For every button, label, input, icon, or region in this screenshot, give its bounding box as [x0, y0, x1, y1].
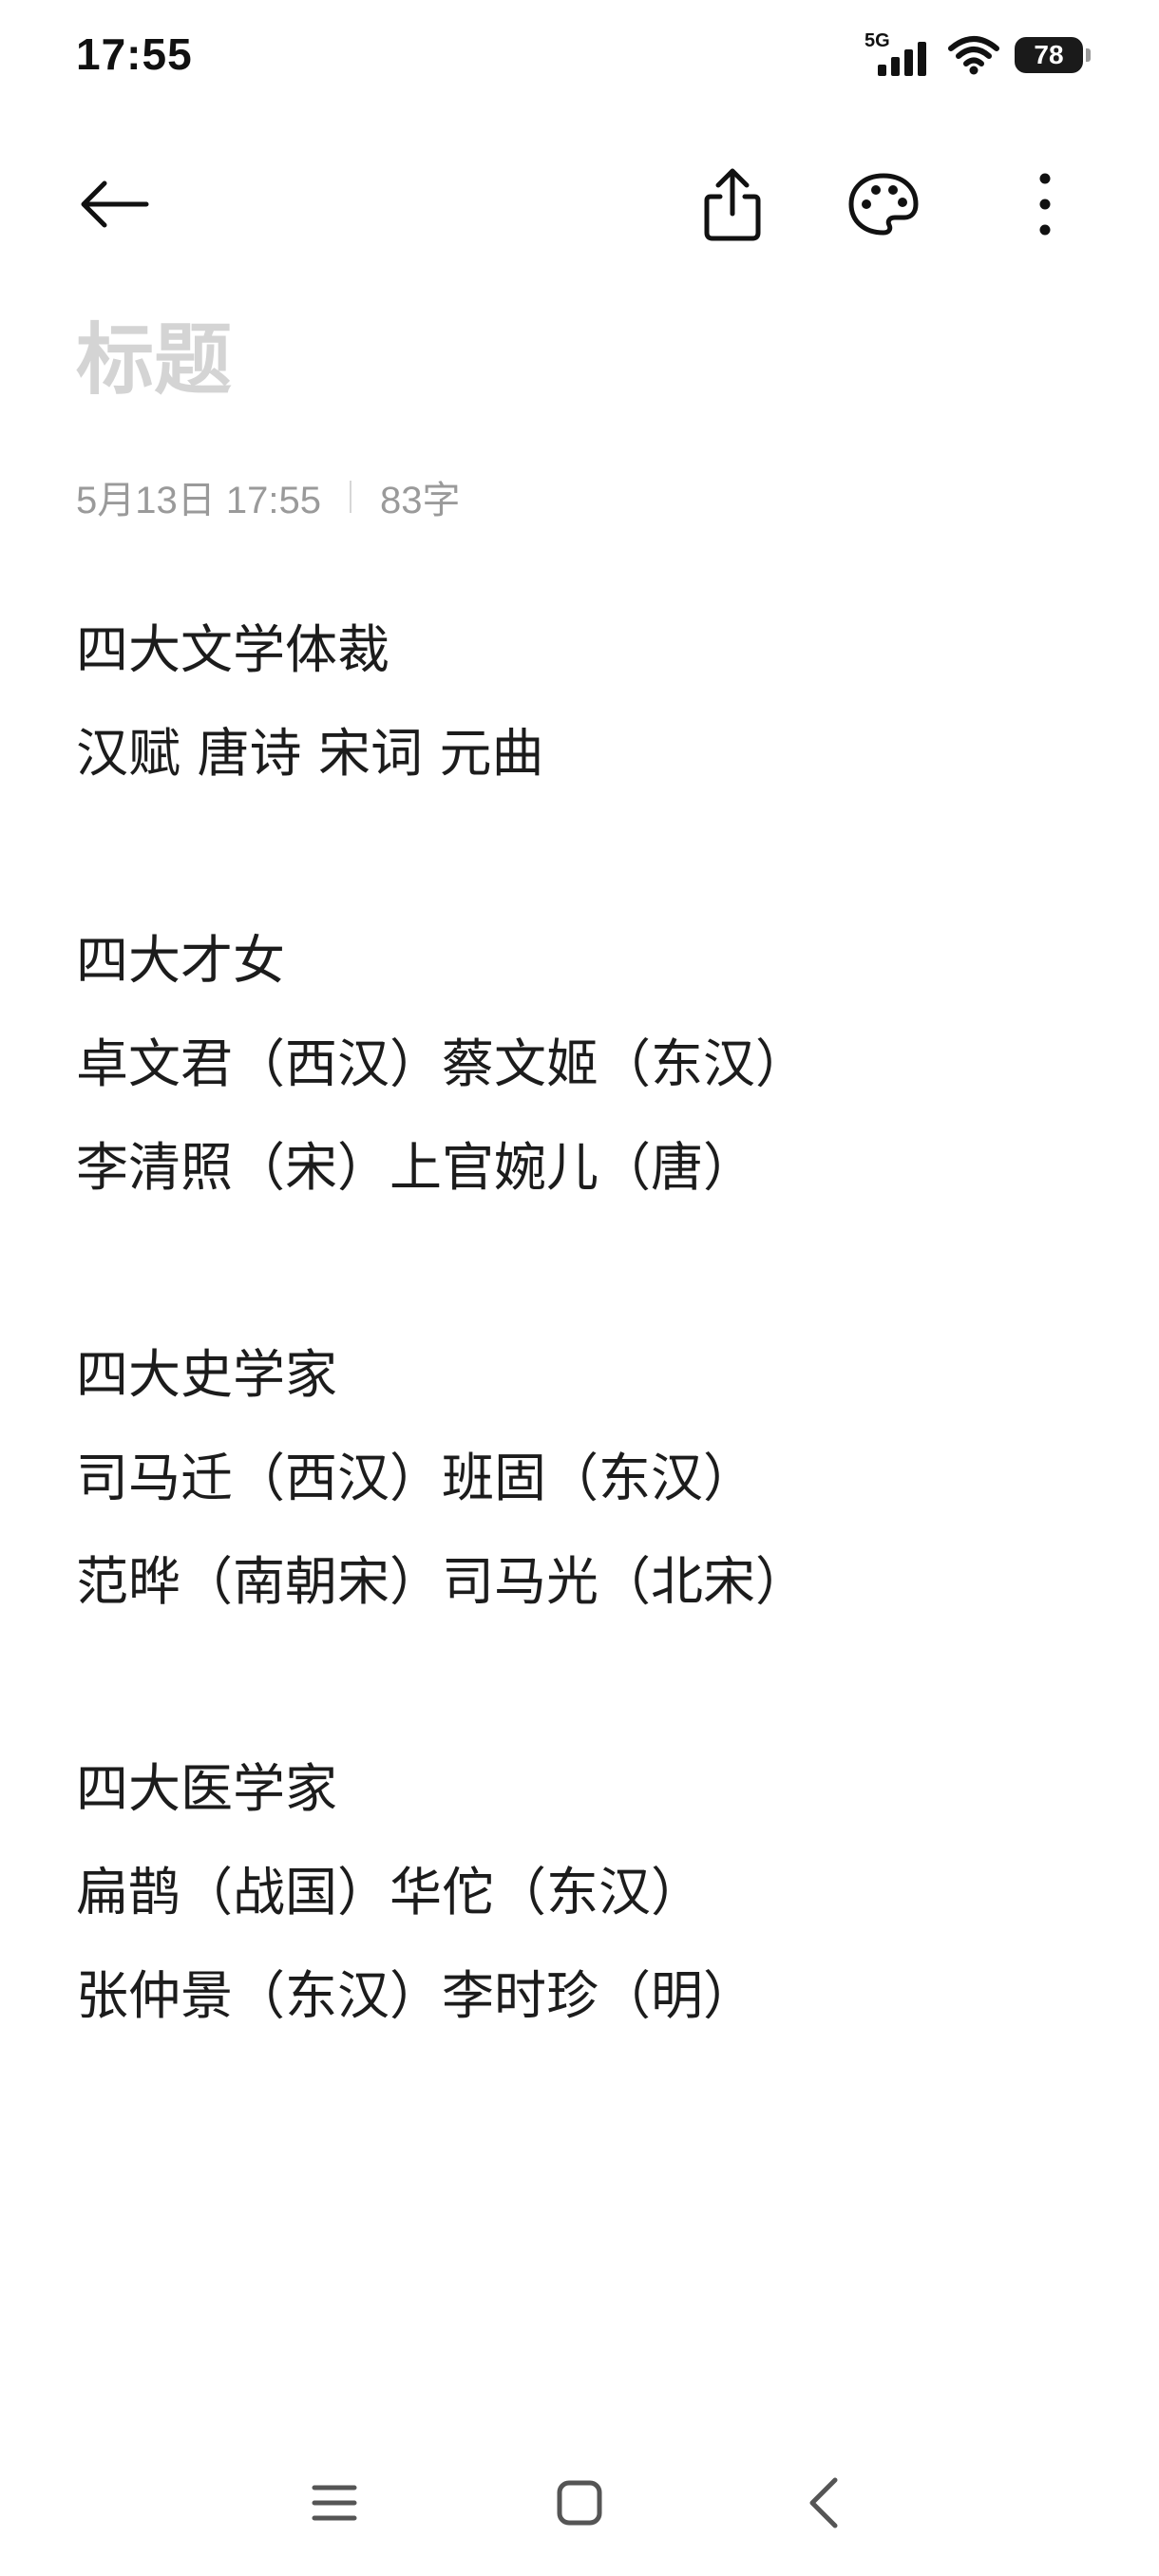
battery-level: 78	[1034, 40, 1064, 69]
status-time: 17:55	[76, 29, 193, 79]
note-line[interactable]: 扁鹊（战国）华佗（东汉）	[76, 1841, 1083, 1944]
system-back-button[interactable]	[771, 2451, 876, 2555]
share-icon	[704, 168, 761, 241]
status-bar: 17:55 5G 78	[0, 0, 1159, 114]
note-line[interactable]: 范晔（南朝宋）司马光（北宋）	[76, 1530, 1083, 1634]
note-toolbar	[0, 152, 1159, 256]
note-body-editor[interactable]: 四大文学体裁 汉赋 唐诗 宋词 元曲 四大才女 卓文君（西汉）蔡文姬（东汉） 李…	[76, 598, 1083, 2048]
word-count: 83字	[379, 480, 461, 521]
more-vertical-icon	[1039, 173, 1051, 236]
note-line[interactable]	[76, 1220, 1083, 1323]
menu-icon	[312, 2485, 357, 2521]
note-line[interactable]: 四大史学家	[76, 1323, 1083, 1427]
cellular-signal-icon: 5G	[864, 30, 933, 76]
back-chevron-icon	[809, 2477, 838, 2529]
arrow-left-icon	[81, 180, 149, 228]
note-line[interactable]	[76, 1634, 1083, 1737]
theme-button[interactable]	[831, 152, 936, 256]
system-navigation-bar	[0, 2432, 1159, 2576]
note-line[interactable]: 司马迁（西汉）班固（东汉）	[76, 1427, 1083, 1530]
note-line[interactable]: 汉赋 唐诗 宋词 元曲	[76, 702, 1083, 805]
back-button[interactable]	[62, 152, 166, 256]
share-button[interactable]	[680, 152, 785, 256]
meta-divider	[349, 481, 352, 513]
status-icons: 5G 78	[864, 30, 1091, 78]
battery-icon: 78	[1015, 37, 1091, 73]
home-square-icon	[557, 2480, 602, 2526]
note-line[interactable]: 四大文学体裁	[76, 598, 1083, 702]
palette-icon	[848, 173, 919, 236]
wifi-icon	[948, 36, 999, 75]
note-line[interactable]: 李清照（宋）上官婉儿（唐）	[76, 1116, 1083, 1220]
note-line[interactable]	[76, 805, 1083, 909]
more-options-button[interactable]	[993, 152, 1097, 256]
note-line[interactable]: 卓文君（西汉）蔡文姬（东汉）	[76, 1013, 1083, 1116]
note-line[interactable]: 张仲景（东汉）李时珍（明）	[76, 1944, 1083, 2048]
note-date: 5月13日 17:55	[76, 480, 321, 521]
note-line[interactable]: 四大才女	[76, 909, 1083, 1013]
note-line[interactable]: 四大医学家	[76, 1737, 1083, 1841]
note-meta: 5月13日 17:55 83字	[76, 473, 460, 521]
recent-apps-button[interactable]	[282, 2451, 387, 2555]
note-title-input[interactable]: 标题	[76, 313, 232, 408]
home-button[interactable]	[527, 2451, 632, 2555]
